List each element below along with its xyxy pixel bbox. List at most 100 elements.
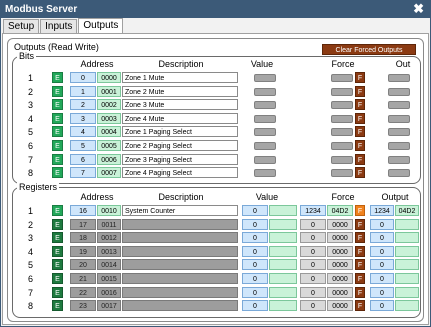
register-force-dec[interactable]: 0 xyxy=(300,259,326,271)
force-button[interactable]: F xyxy=(355,167,365,179)
force-button[interactable]: F xyxy=(355,232,365,244)
register-address-hex: 0012 xyxy=(97,232,121,244)
force-button[interactable]: F xyxy=(355,218,365,230)
force-button[interactable]: F xyxy=(355,245,365,257)
bit-description-field[interactable]: Zone 3 Mute xyxy=(122,99,238,111)
force-button[interactable]: F xyxy=(355,72,365,83)
enable-button[interactable]: E xyxy=(52,85,63,97)
register-force-hex[interactable]: 0000 xyxy=(327,232,353,244)
bits-header-force: Force xyxy=(331,59,355,69)
enable-button[interactable]: E xyxy=(52,153,63,165)
bit-force-indicator[interactable] xyxy=(331,114,353,123)
register-description-field[interactable] xyxy=(122,259,238,271)
register-output-hex xyxy=(395,259,419,271)
bit-row-number: 5 xyxy=(27,127,33,138)
force-button[interactable]: F xyxy=(355,300,365,312)
modbus-server-window: Modbus Server ✖ Setup Inputs Outputs Out… xyxy=(0,0,431,327)
bit-out-indicator xyxy=(388,169,410,178)
enable-button[interactable]: E xyxy=(52,126,63,138)
tab-setup[interactable]: Setup xyxy=(3,19,40,33)
bit-force-indicator[interactable] xyxy=(331,128,353,137)
register-row: 7 E 22 0016 0 0 0000 F 0 xyxy=(13,286,420,299)
close-icon[interactable]: ✖ xyxy=(413,2,424,16)
bit-description-field[interactable]: Zone 3 Paging Select xyxy=(122,153,238,165)
force-button[interactable]: F xyxy=(355,99,365,111)
enable-button[interactable]: E xyxy=(52,112,63,124)
register-force-dec[interactable]: 1234 xyxy=(300,205,326,216)
bit-row: 8 E 7 0007 Zone 4 Paging Select F xyxy=(13,167,420,179)
register-description-field[interactable]: System Counter xyxy=(122,205,238,216)
force-button[interactable]: F xyxy=(355,153,365,165)
bit-description-field[interactable]: Zone 2 Paging Select xyxy=(122,140,238,151)
register-force-hex[interactable]: 0000 xyxy=(327,286,353,298)
force-button[interactable]: F xyxy=(355,112,365,124)
register-description-field[interactable] xyxy=(122,232,238,244)
enable-button[interactable]: E xyxy=(52,259,63,271)
bit-description-field[interactable]: Zone 4 Paging Select xyxy=(122,167,238,179)
force-button[interactable]: F xyxy=(355,85,365,97)
bit-description-field[interactable]: Zone 1 Mute xyxy=(122,72,238,83)
register-description-field[interactable] xyxy=(122,218,238,230)
force-button[interactable]: F xyxy=(355,205,365,216)
register-value-dec: 0 xyxy=(242,205,268,216)
tab-inputs[interactable]: Inputs xyxy=(40,19,78,33)
register-force-dec[interactable]: 0 xyxy=(300,245,326,257)
register-output-hex xyxy=(395,300,419,312)
bit-force-indicator[interactable] xyxy=(331,101,353,110)
enable-button[interactable]: E xyxy=(52,218,63,230)
bit-out-indicator xyxy=(388,142,410,150)
register-output-dec: 0 xyxy=(370,286,394,298)
bit-value-indicator xyxy=(254,169,276,178)
enable-button[interactable]: E xyxy=(52,140,63,151)
bit-value-indicator xyxy=(254,87,276,96)
bit-force-indicator[interactable] xyxy=(331,142,353,150)
enable-button[interactable]: E xyxy=(52,72,63,83)
register-force-dec[interactable]: 0 xyxy=(300,232,326,244)
bit-description-field[interactable]: Zone 4 Mute xyxy=(122,112,238,124)
register-row: 3 E 18 0012 0 0 0000 F 0 xyxy=(13,232,420,244)
register-description-field[interactable] xyxy=(122,286,238,298)
enable-button[interactable]: E xyxy=(52,273,63,284)
enable-button[interactable]: E xyxy=(52,232,63,244)
enable-button[interactable]: E xyxy=(52,300,63,312)
enable-button[interactable]: E xyxy=(52,245,63,257)
register-force-hex[interactable]: 0000 xyxy=(327,218,353,230)
bit-force-indicator[interactable] xyxy=(331,87,353,96)
register-force-dec[interactable]: 0 xyxy=(300,300,326,312)
register-force-dec[interactable]: 0 xyxy=(300,286,326,298)
enable-button[interactable]: E xyxy=(52,167,63,179)
force-button[interactable]: F xyxy=(355,273,365,284)
enable-button[interactable]: E xyxy=(52,286,63,298)
force-button[interactable]: F xyxy=(355,259,365,271)
register-force-hex[interactable]: 0000 xyxy=(327,273,353,284)
enable-button[interactable]: E xyxy=(52,99,63,111)
tab-outputs[interactable]: Outputs xyxy=(78,18,124,34)
register-force-hex[interactable]: 0000 xyxy=(327,300,353,312)
bit-description-field[interactable]: Zone 1 Paging Select xyxy=(122,126,238,138)
bit-description-field[interactable]: Zone 2 Mute xyxy=(122,85,238,97)
force-button[interactable]: F xyxy=(355,140,365,151)
bit-row: 7 E 6 0006 Zone 3 Paging Select F xyxy=(13,153,420,166)
force-button[interactable]: F xyxy=(355,126,365,138)
register-description-field[interactable] xyxy=(122,245,238,257)
bit-row: 6 E 5 0005 Zone 2 Paging Select F xyxy=(13,140,420,152)
register-address: 17 xyxy=(70,218,96,230)
register-force-hex[interactable]: 0000 xyxy=(327,245,353,257)
register-force-dec[interactable]: 0 xyxy=(300,218,326,230)
register-value-dec: 0 xyxy=(242,245,268,257)
register-force-dec[interactable]: 0 xyxy=(300,273,326,284)
register-description-field[interactable] xyxy=(122,300,238,312)
bit-force-indicator[interactable] xyxy=(331,169,353,178)
register-force-hex[interactable]: 0000 xyxy=(327,259,353,271)
register-description-field[interactable] xyxy=(122,273,238,284)
force-button[interactable]: F xyxy=(355,286,365,298)
register-output-hex xyxy=(395,273,419,284)
bit-force-indicator[interactable] xyxy=(331,155,353,164)
bit-force-indicator[interactable] xyxy=(331,74,353,82)
outputs-panel: Outputs (Read Write) Clear Forced Output… xyxy=(2,33,429,325)
bit-address-hex: 0000 xyxy=(97,72,121,83)
clear-forced-outputs-button[interactable]: Clear Forced Outputs xyxy=(322,44,416,55)
bit-row-number: 6 xyxy=(27,141,33,151)
enable-button[interactable]: E xyxy=(52,205,63,216)
register-force-hex[interactable]: 04D2 xyxy=(327,205,353,216)
